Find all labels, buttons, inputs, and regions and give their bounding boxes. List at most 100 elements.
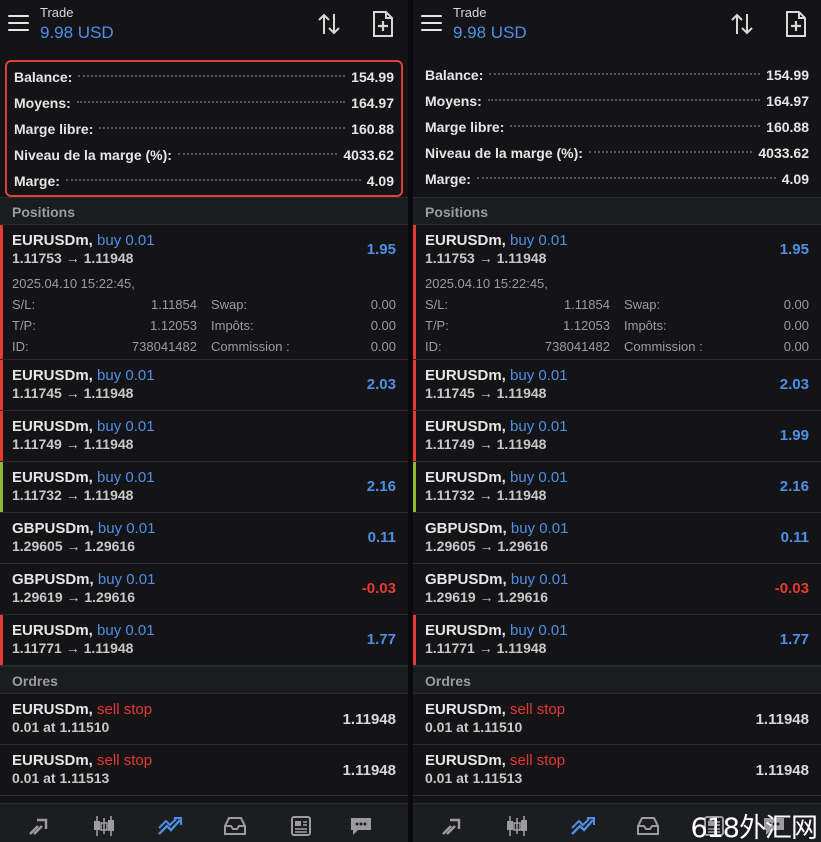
order-current-price: 1.11948 bbox=[755, 762, 809, 779]
summary-value: 4033.62 bbox=[343, 147, 394, 163]
detail-label-taxes: Impôts: bbox=[624, 318, 667, 333]
sort-icon[interactable] bbox=[729, 12, 755, 36]
position-row[interactable]: EURUSDm, buy 0.01 1.11753 → 1.11948 1.95 20… bbox=[413, 225, 821, 360]
order-symbol: EURUSDm, bbox=[425, 752, 506, 769]
order-row[interactable]: EURUSDm, sell stop 0.01 at 1.11513 1.11948 bbox=[413, 745, 821, 796]
history-icon[interactable] bbox=[222, 814, 248, 838]
order-detail: 0.01 at 1.11513 bbox=[12, 770, 110, 786]
position-side: buy 0.01 bbox=[510, 232, 568, 249]
order-row[interactable]: EURUSDm, sell stop 0.01 at 1.11510 1.11948 bbox=[0, 694, 408, 745]
summary-value: 154.99 bbox=[766, 67, 809, 83]
position-prices: 1.29619 → 1.29616 bbox=[425, 589, 548, 605]
trade-icon[interactable] bbox=[570, 814, 596, 838]
order-title: EURUSDm, sell stop bbox=[12, 701, 152, 718]
detail-value-taxes: 0.00 bbox=[783, 318, 809, 333]
orders-header: Ordres bbox=[413, 666, 821, 694]
detail-label-commission: Commission : bbox=[211, 339, 290, 354]
detail-value-tp: 1.12053 bbox=[563, 318, 610, 333]
position-side: buy 0.01 bbox=[510, 571, 569, 588]
position-symbol: EURUSDm, bbox=[12, 622, 93, 639]
position-prices: 1.11732 → 1.11948 bbox=[12, 487, 134, 503]
position-row[interactable]: GBPUSDm, buy 0.01 1.29605 → 1.29616 0.11 bbox=[0, 513, 408, 564]
quotes-icon[interactable] bbox=[439, 814, 465, 838]
position-side: buy 0.01 bbox=[97, 571, 156, 588]
order-row[interactable]: EURUSDm, sell stop 0.01 at 1.11510 1.11948 bbox=[413, 694, 821, 745]
detail-label-swap: Swap: bbox=[211, 297, 248, 312]
position-indicator-bar bbox=[413, 225, 416, 359]
position-row[interactable]: EURUSDm, buy 0.01 1.11771 → 1.11948 1.77 bbox=[413, 615, 821, 666]
site-watermark: 618外汇网 bbox=[690, 813, 818, 842]
bottom-navigation bbox=[0, 803, 408, 842]
position-indicator-bar bbox=[413, 411, 416, 461]
summary-label: Balance: bbox=[425, 67, 484, 83]
detail-label-tp: T/P: bbox=[12, 318, 36, 333]
position-row[interactable]: EURUSDm, buy 0.01 1.11732 → 1.11948 2.16 bbox=[0, 462, 408, 513]
summary-label: Marge libre: bbox=[14, 121, 94, 137]
summary-row: Marge: 4.09 bbox=[14, 168, 394, 194]
summary-value: 160.88 bbox=[766, 119, 809, 135]
position-row[interactable]: EURUSDm, buy 0.01 1.11749 → 1.11948 1.99 bbox=[413, 411, 821, 462]
summary-row: Balance: 154.99 bbox=[425, 62, 809, 88]
position-profit: 1.95 bbox=[366, 241, 396, 258]
summary-value: 4.09 bbox=[366, 173, 394, 189]
position-symbol: EURUSDm, bbox=[425, 622, 506, 639]
position-side: buy 0.01 bbox=[97, 367, 155, 384]
position-row[interactable]: EURUSDm, buy 0.01 1.11732 → 1.11948 2.16 bbox=[413, 462, 821, 513]
position-row[interactable]: EURUSDm, buy 0.01 1.11771 → 1.11948 1.77 bbox=[0, 615, 408, 666]
top-bar: Trade 9.98 USD bbox=[0, 0, 408, 56]
order-current-price: 1.11948 bbox=[755, 711, 809, 728]
positions-header: Positions bbox=[413, 197, 821, 225]
position-title: EURUSDm, buy 0.01 bbox=[425, 622, 568, 639]
menu-icon[interactable] bbox=[8, 15, 29, 31]
chart-icon[interactable] bbox=[504, 814, 530, 838]
position-side: buy 0.01 bbox=[510, 520, 569, 537]
detail-value-taxes: 0.00 bbox=[370, 318, 396, 333]
header-title: Trade bbox=[40, 5, 74, 20]
summary-value: 4033.62 bbox=[758, 145, 809, 161]
position-prices: 1.11771 → 1.11948 bbox=[12, 640, 134, 656]
history-icon[interactable] bbox=[635, 814, 661, 838]
position-symbol: EURUSDm, bbox=[12, 232, 93, 249]
chat-icon[interactable] bbox=[348, 814, 374, 838]
detail-row: T/P: 1.12053 Impôts: 0.00 bbox=[425, 315, 809, 336]
position-row[interactable]: GBPUSDm, buy 0.01 1.29619 → 1.29616 -0.03 bbox=[413, 564, 821, 615]
menu-icon[interactable] bbox=[421, 15, 442, 31]
news-icon[interactable] bbox=[288, 814, 314, 838]
position-side: buy 0.01 bbox=[510, 622, 568, 639]
position-symbol: EURUSDm, bbox=[12, 469, 93, 486]
detail-row: S/L: 1.11854 Swap: 0.00 bbox=[12, 294, 396, 315]
order-row[interactable]: EURUSDm, sell stop 0.01 at 1.11513 1.11948 bbox=[0, 745, 408, 796]
new-order-icon[interactable] bbox=[372, 11, 394, 37]
chart-icon[interactable] bbox=[91, 814, 117, 838]
position-row[interactable]: EURUSDm, buy 0.01 1.11745 → 1.11948 2.03 bbox=[413, 360, 821, 411]
detail-value-tp: 1.12053 bbox=[150, 318, 197, 333]
quotes-icon[interactable] bbox=[26, 814, 52, 838]
account-summary: Balance: 154.99 Moyens: 164.97 Marge libre: 1… bbox=[5, 60, 403, 197]
header-title: Trade bbox=[453, 5, 487, 20]
position-profit: 2.03 bbox=[366, 376, 396, 393]
position-row[interactable]: EURUSDm, buy 0.01 1.11745 → 1.11948 2.03 bbox=[0, 360, 408, 411]
position-row[interactable]: GBPUSDm, buy 0.01 1.29605 → 1.29616 0.11 bbox=[413, 513, 821, 564]
position-row[interactable]: EURUSDm, buy 0.01 1.11753 → 1.11948 1.95 20… bbox=[0, 225, 408, 360]
detail-label-id: ID: bbox=[12, 339, 29, 354]
detail-row: S/L: 1.11854 Swap: 0.00 bbox=[425, 294, 809, 315]
position-profit: 0.11 bbox=[367, 529, 396, 546]
position-row[interactable]: EURUSDm, buy 0.01 1.11749 → 1.11948 bbox=[0, 411, 408, 462]
position-prices: 1.29605 → 1.29616 bbox=[12, 538, 135, 554]
position-row[interactable]: GBPUSDm, buy 0.01 1.29619 → 1.29616 -0.03 bbox=[0, 564, 408, 615]
position-profit: 2.16 bbox=[779, 478, 809, 495]
order-title: EURUSDm, sell stop bbox=[12, 752, 152, 769]
order-symbol: EURUSDm, bbox=[12, 701, 93, 718]
summary-label: Marge libre: bbox=[425, 119, 505, 135]
position-title: EURUSDm, buy 0.01 bbox=[425, 367, 568, 384]
sort-icon[interactable] bbox=[316, 12, 342, 36]
position-symbol: EURUSDm, bbox=[425, 367, 506, 384]
position-symbol: EURUSDm, bbox=[425, 232, 506, 249]
order-detail: 0.01 at 1.11510 bbox=[425, 719, 523, 735]
detail-label-commission: Commission : bbox=[624, 339, 703, 354]
position-indicator-bar bbox=[413, 462, 416, 512]
trade-icon[interactable] bbox=[157, 814, 183, 838]
order-symbol: EURUSDm, bbox=[425, 701, 506, 718]
new-order-icon[interactable] bbox=[785, 11, 807, 37]
account-profit: 9.98 USD bbox=[40, 23, 114, 42]
